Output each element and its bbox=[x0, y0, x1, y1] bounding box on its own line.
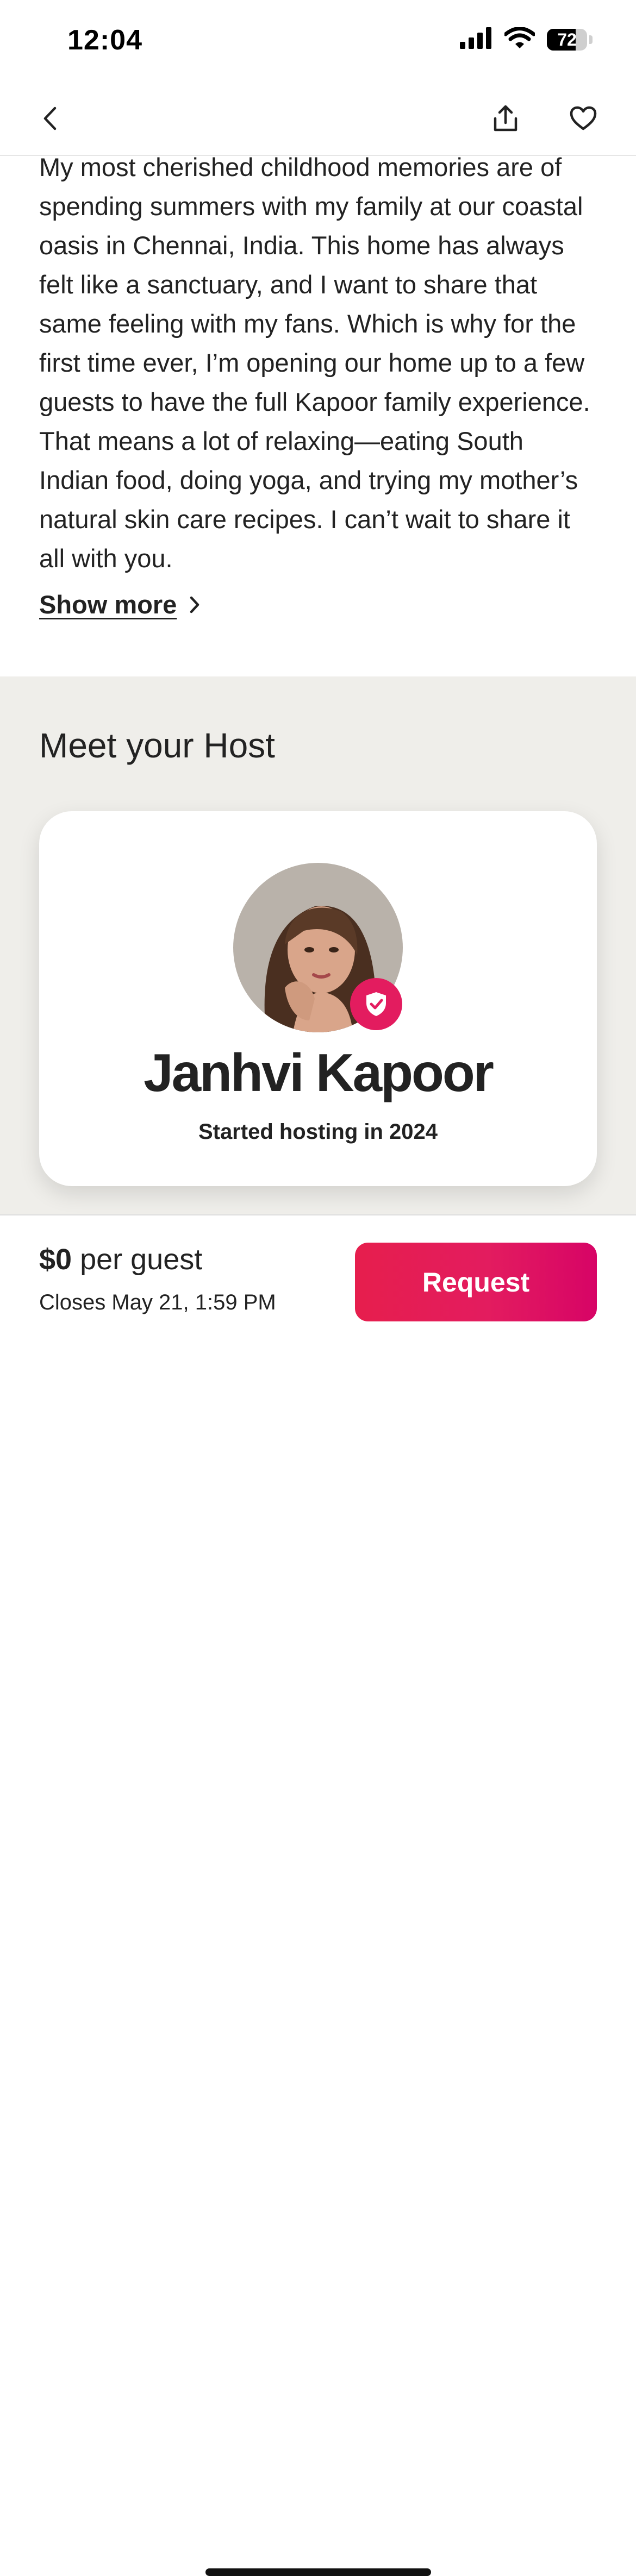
save-button[interactable] bbox=[563, 98, 604, 139]
host-name: Janhvi Kapoor bbox=[144, 1043, 494, 1102]
verified-badge bbox=[350, 978, 402, 1030]
booking-bar: $0 per guest Closes May 21, 1:59 PM Requ… bbox=[0, 1214, 636, 2576]
show-more-label: Show more bbox=[39, 590, 177, 619]
status-icons: 72 bbox=[460, 27, 593, 52]
request-button[interactable]: Request bbox=[355, 1243, 597, 1321]
host-card[interactable]: Janhvi Kapoor Started hosting in 2024 bbox=[39, 811, 597, 1186]
host-avatar-container bbox=[233, 863, 403, 1032]
heart-icon bbox=[570, 106, 597, 130]
share-icon bbox=[494, 105, 517, 131]
host-since: Started hosting in 2024 bbox=[198, 1120, 438, 1144]
verified-shield-icon bbox=[366, 992, 386, 1016]
wifi-icon bbox=[503, 27, 536, 52]
battery-tip bbox=[589, 35, 593, 44]
signal-icon bbox=[460, 27, 492, 52]
host-heading: Meet your Host bbox=[39, 726, 275, 765]
battery-percent: 72 bbox=[557, 29, 577, 49]
chevron-right-icon bbox=[190, 596, 199, 613]
chevron-left-icon bbox=[43, 106, 57, 130]
nav-bar bbox=[0, 82, 636, 156]
closing-date: Closes May 21, 1:59 PM bbox=[39, 1290, 276, 1314]
show-more-link[interactable]: Show more bbox=[39, 590, 201, 619]
price-amount: $0 bbox=[39, 1243, 72, 1276]
price-unit: per guest bbox=[72, 1243, 203, 1276]
status-time: 12:04 bbox=[67, 24, 142, 56]
battery-icon: 72 bbox=[547, 28, 587, 51]
host-section: Meet your Host Janhvi Kapoor Started hos… bbox=[0, 676, 636, 1214]
share-button[interactable] bbox=[485, 98, 526, 139]
listing-description: My most cherished childhood memories are… bbox=[39, 153, 590, 573]
price: $0 per guest bbox=[39, 1243, 202, 1276]
status-bar: 12:04 72 bbox=[0, 0, 636, 82]
home-indicator[interactable] bbox=[205, 2568, 431, 2576]
back-button[interactable] bbox=[30, 98, 71, 139]
